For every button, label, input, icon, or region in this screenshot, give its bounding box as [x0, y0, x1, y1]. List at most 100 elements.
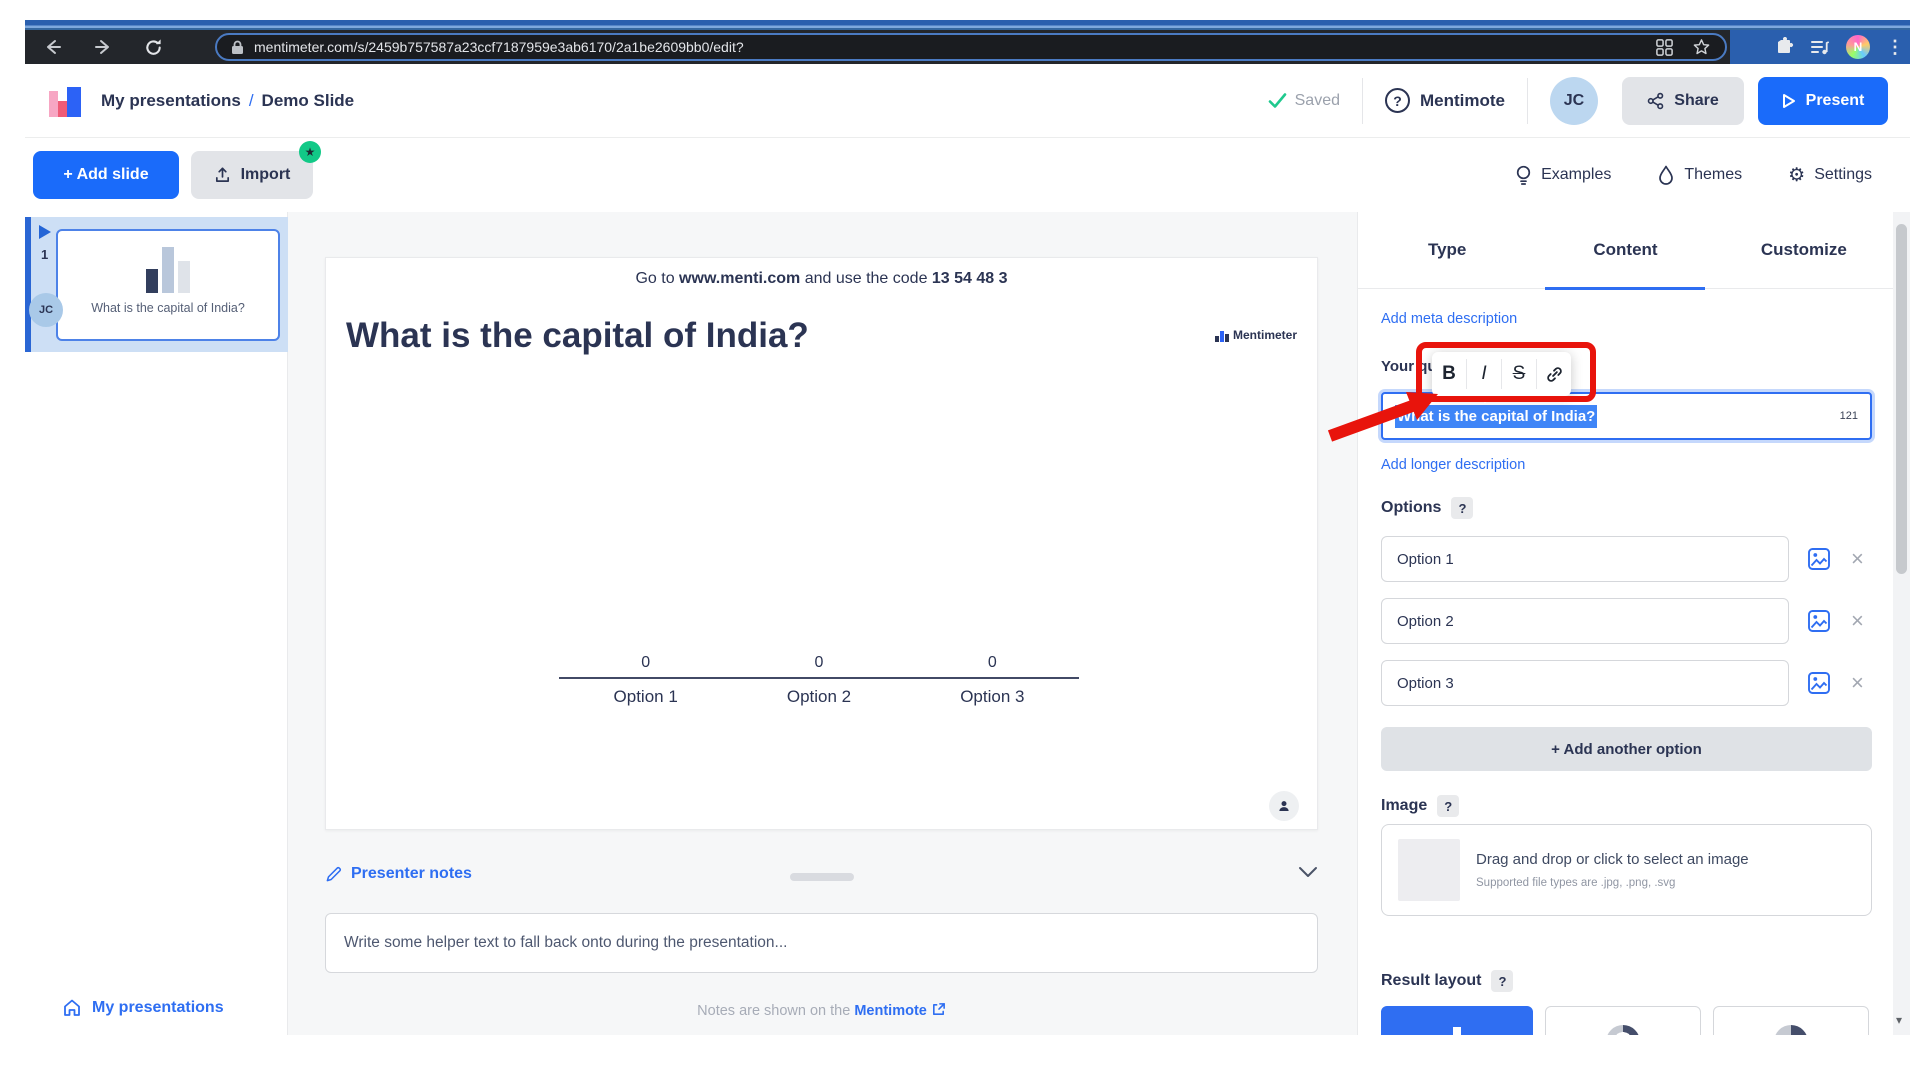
presenter-notes-input[interactable]	[325, 913, 1318, 973]
join-instruction: Go to www.menti.com and use the code 13 …	[326, 270, 1317, 288]
breadcrumb-current[interactable]: Demo Slide	[262, 91, 355, 111]
bookmark-star-icon[interactable]	[1692, 38, 1711, 57]
lock-icon	[231, 40, 244, 55]
drag-handle[interactable]	[790, 873, 854, 881]
saved-label: Saved	[1295, 92, 1340, 110]
chart-baseline	[559, 677, 1079, 679]
tab-type[interactable]: Type	[1358, 212, 1536, 288]
text-format-toolbar[interactable]: B I S	[1432, 352, 1571, 396]
themes-label: Themes	[1684, 166, 1742, 184]
layout-donut-button[interactable]	[1545, 1006, 1701, 1035]
bars-layout-icon	[1441, 1025, 1473, 1035]
pencil-icon	[325, 866, 342, 883]
my-presentations-link[interactable]: My presentations	[62, 998, 224, 1017]
examples-button[interactable]: Examples	[1515, 165, 1611, 186]
add-another-option-button[interactable]: + Add another option	[1381, 727, 1872, 771]
divider	[1362, 78, 1363, 124]
results-bar-chart: 0 0 0 Option 1 Option 2 Option 3	[559, 654, 1079, 707]
reading-list-icon[interactable]	[1810, 38, 1830, 56]
tab-content[interactable]: Content	[1536, 212, 1714, 288]
slide-list-item-selected[interactable]: 1 What is the capital of India? JC	[25, 217, 288, 352]
option-remove-icon[interactable]: ×	[1851, 672, 1864, 694]
window-title-strip	[25, 20, 1910, 30]
layout-bars-button[interactable]	[1381, 1006, 1533, 1035]
browser-profile-avatar[interactable]: N	[1846, 35, 1870, 59]
browser-menu-icon[interactable]: ⋮	[1886, 38, 1904, 56]
tab-groups-icon[interactable]	[1655, 38, 1674, 57]
option-remove-icon[interactable]: ×	[1851, 610, 1864, 632]
back-icon[interactable]	[39, 33, 67, 61]
mentimote-button[interactable]: ? Mentimote	[1385, 88, 1505, 113]
option-input-2[interactable]: Option 2	[1381, 598, 1789, 644]
breadcrumb-separator: /	[249, 91, 254, 111]
thumbnail-chart-icon	[58, 247, 278, 293]
slide-preview[interactable]: Go to www.menti.com and use the code 13 …	[325, 257, 1318, 830]
browser-toolbar: mentimeter.com/s/2459b757587a23ccf718795…	[25, 30, 1910, 64]
scrollbar-down-arrow[interactable]: ▾	[1896, 1013, 1902, 1027]
option-remove-icon[interactable]: ×	[1851, 548, 1864, 570]
share-button[interactable]: Share	[1622, 77, 1744, 125]
panel-scrollbar[interactable]: ▾	[1893, 212, 1910, 1035]
slide-thumbnail[interactable]: What is the capital of India?	[56, 229, 280, 341]
collaborator-avatar: JC	[29, 293, 63, 327]
mentimote-link[interactable]: Mentimote	[854, 1003, 927, 1019]
scrollbar-thumb[interactable]	[1896, 224, 1907, 574]
question-selected-text[interactable]: What is the capital of India?	[1395, 405, 1597, 428]
options-section-label: Options ?	[1381, 497, 1473, 519]
breadcrumb-root[interactable]: My presentations	[101, 91, 241, 111]
option-image-icon[interactable]	[1807, 671, 1831, 695]
image-dropzone[interactable]: Drag and drop or click to select an imag…	[1381, 824, 1872, 916]
import-button[interactable]: Import	[191, 151, 313, 199]
question-input[interactable]: What is the capital of India? 121	[1381, 392, 1872, 440]
strikethrough-button[interactable]: S	[1502, 352, 1536, 396]
result-layout-help-icon[interactable]: ?	[1491, 970, 1513, 992]
dropzone-title: Drag and drop or click to select an imag…	[1476, 851, 1749, 868]
settings-button[interactable]: ⚙ Settings	[1788, 166, 1872, 185]
link-button[interactable]	[1537, 352, 1571, 396]
forward-icon[interactable]	[89, 33, 117, 61]
app-header: My presentations / Demo Slide Saved ? Me…	[25, 64, 1910, 138]
mentimeter-logo[interactable]	[47, 83, 83, 119]
slide-play-icon[interactable]	[38, 224, 52, 245]
slide-number: 1	[41, 247, 48, 262]
add-slide-button[interactable]: + Add slide	[33, 151, 179, 199]
present-button[interactable]: Present	[1758, 77, 1888, 125]
options-help-icon[interactable]: ?	[1451, 497, 1473, 519]
link-icon	[1545, 365, 1564, 384]
watermark-bars-icon	[1215, 331, 1229, 342]
join-prefix: Go to	[635, 270, 679, 287]
bar-value: 0	[732, 654, 905, 672]
presenter-notes-toggle[interactable]: Presenter notes	[325, 865, 472, 883]
image-help-icon[interactable]: ?	[1437, 795, 1459, 817]
participants-count-chip[interactable]	[1269, 791, 1299, 821]
add-longer-description-link[interactable]: Add longer description	[1381, 457, 1525, 473]
bold-button[interactable]: B	[1432, 352, 1466, 396]
join-code: 13 54 48 3	[932, 270, 1008, 287]
image-placeholder	[1398, 839, 1460, 901]
reload-icon[interactable]	[139, 33, 167, 61]
char-counter: 121	[1840, 410, 1858, 422]
themes-button[interactable]: Themes	[1657, 165, 1742, 185]
tab-customize[interactable]: Customize	[1715, 212, 1893, 288]
browser-window: mentimeter.com/s/2459b757587a23ccf718795…	[25, 20, 1910, 1035]
panel-tabs: Type Content Customize	[1358, 212, 1893, 289]
extensions-puzzle-icon[interactable]	[1774, 37, 1794, 57]
option-input-1[interactable]: Option 1	[1381, 536, 1789, 582]
my-presentations-label: My presentations	[92, 999, 224, 1017]
slides-sidebar: 1 What is the capital of India? JC My pr…	[25, 212, 288, 1035]
url-text[interactable]: mentimeter.com/s/2459b757587a23ccf718795…	[254, 39, 1643, 55]
editor-canvas: Go to www.menti.com and use the code 13 …	[288, 212, 1357, 1035]
image-label: Image	[1381, 797, 1427, 815]
import-label: Import	[241, 166, 291, 184]
option-image-icon[interactable]	[1807, 547, 1831, 571]
option-input-3[interactable]: Option 3	[1381, 660, 1789, 706]
layout-pie-button[interactable]	[1713, 1006, 1869, 1035]
chevron-down-icon[interactable]	[1298, 865, 1318, 883]
bar-value: 0	[906, 654, 1079, 672]
address-bar[interactable]: mentimeter.com/s/2459b757587a23ccf718795…	[215, 33, 1727, 61]
option-image-icon[interactable]	[1807, 609, 1831, 633]
edit-panel: Type Content Customize Add meta descript…	[1357, 212, 1893, 1035]
add-meta-description-link[interactable]: Add meta description	[1381, 311, 1517, 327]
slide-question-title: What is the capital of India?	[346, 316, 809, 356]
user-avatar[interactable]: JC	[1550, 77, 1598, 125]
